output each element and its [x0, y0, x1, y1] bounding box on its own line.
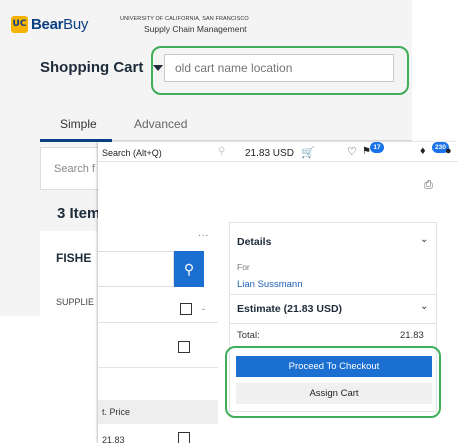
favorites-badge: 17 [370, 142, 384, 153]
supplier-name[interactable]: FISHE [56, 251, 91, 265]
total-value: 21.83 [400, 330, 424, 341]
divider [230, 294, 436, 295]
user-icon[interactable]: ● [445, 145, 452, 157]
details-heading: Details [237, 236, 272, 248]
item-search-field[interactable] [98, 251, 174, 287]
overlay-page: Search (Alt+Q) ⚲ 21.83 USD 🛒 ♡ ⚑ 17 ♦ 23… [98, 142, 458, 443]
logo-text-light: Buy [63, 15, 89, 33]
select-all-checkbox[interactable] [180, 303, 192, 315]
proceed-to-checkout-button[interactable]: Proceed To Checkout [236, 356, 432, 377]
cart-amount[interactable]: 21.83 USD [245, 148, 294, 159]
divider [230, 323, 436, 324]
university-name: UNIVERSITY OF CALIFORNIA, SAN FRANCISCO [120, 16, 249, 22]
items-count-heading: 3 Item [57, 205, 101, 222]
search-icon[interactable]: ⚲ [218, 146, 225, 157]
divider [98, 322, 218, 323]
tab-advanced[interactable]: Advanced [134, 117, 187, 131]
supplier-label: SUPPLIE [56, 297, 95, 307]
more-options-icon[interactable]: ... [198, 228, 209, 239]
chevron-down-icon [153, 64, 164, 71]
divider [98, 367, 218, 368]
search-button[interactable]: ⚲ [174, 251, 204, 287]
site-header: UC BearBuy UNIVERSITY OF CALIFORNIA, SAN… [0, 0, 412, 44]
shopping-cart-dropdown[interactable]: Shopping Cart [40, 59, 164, 76]
printer-icon[interactable]: ⎙ [424, 179, 433, 192]
price-column-header: t. Price [98, 400, 218, 424]
uc-logo-icon: UC [11, 15, 28, 33]
cart-title-label: Shopping Cart [40, 59, 144, 76]
estimate-heading: Estimate (21.83 USD) [237, 303, 343, 315]
for-label: For [237, 262, 250, 272]
total-label: Total: [237, 330, 260, 341]
cart-icon[interactable]: 🛒 [301, 146, 315, 159]
global-search-input[interactable]: Search (Alt+Q) [102, 148, 162, 158]
bell-icon[interactable]: ♦ [420, 145, 426, 157]
item-checkbox[interactable] [178, 432, 190, 443]
chevron-down-icon[interactable]: ⌄ [420, 234, 428, 245]
cart-name-input[interactable] [164, 54, 394, 82]
bearbuy-logo[interactable]: UC BearBuy [11, 14, 88, 34]
search-icon: ⚲ [183, 260, 195, 277]
tab-simple[interactable]: Simple [60, 117, 97, 131]
logo-text: BearBuy [31, 16, 88, 33]
logo-text-bold: Bear [31, 15, 64, 33]
checkbox-dash: - [202, 304, 205, 314]
price-value: 21.83 [102, 435, 125, 443]
assign-cart-button[interactable]: Assign Cart [236, 383, 432, 404]
search-mode-tabs: Simple Advanced [40, 105, 412, 142]
details-panel: Details ⌄ For Lian Sussmann Estimate (21… [229, 222, 437, 412]
heart-icon[interactable]: ♡ [347, 145, 357, 158]
chevron-down-icon[interactable]: ⌄ [420, 301, 428, 312]
for-user-link[interactable]: Lian Sussmann [237, 279, 302, 290]
item-checkbox[interactable] [178, 341, 190, 353]
top-bar: Search (Alt+Q) ⚲ 21.83 USD 🛒 ♡ ⚑ 17 ♦ 23… [98, 142, 458, 162]
department-name: Supply Chain Management [144, 24, 247, 34]
